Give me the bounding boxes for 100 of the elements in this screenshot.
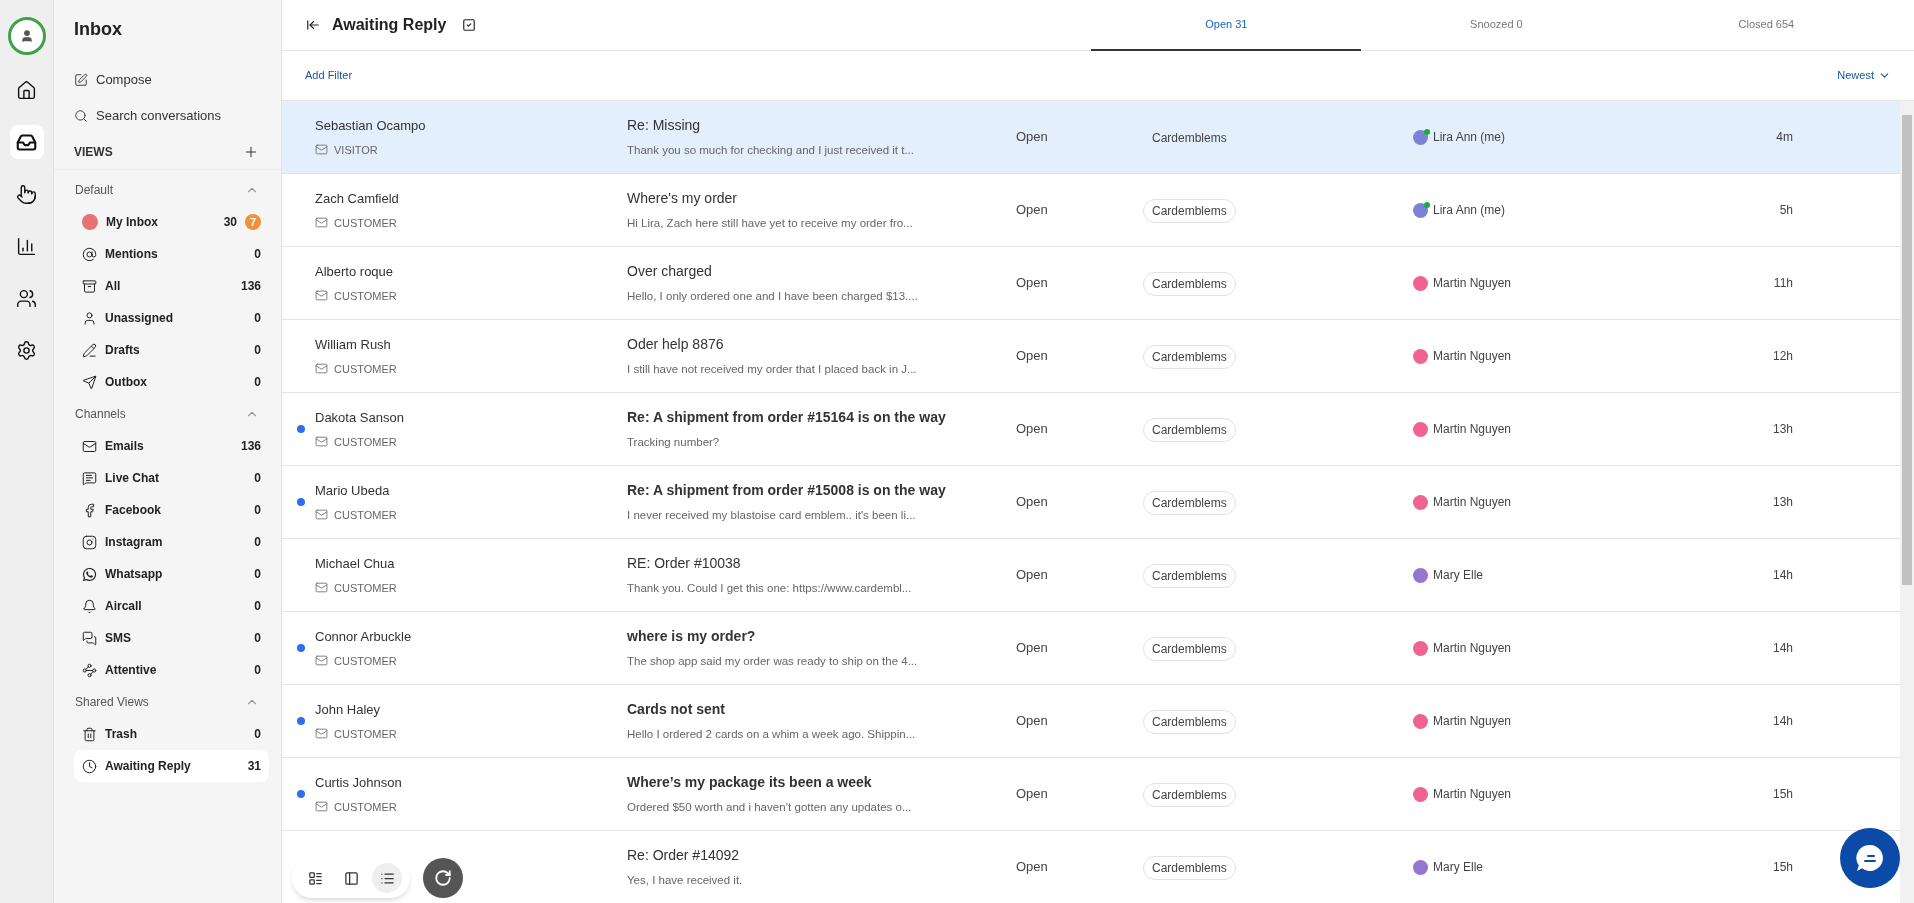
section-heading: Channels bbox=[75, 406, 126, 423]
sidebar-item[interactable]: Instagram 0 bbox=[74, 526, 269, 558]
pencil-icon bbox=[82, 342, 97, 358]
message-preview: Hello, I only ordered one and I have been charged $13.... bbox=[627, 288, 919, 304]
add-filter-link[interactable]: Add Filter bbox=[305, 67, 353, 84]
nav-rail-button[interactable] bbox=[9, 125, 44, 159]
list-view-icon bbox=[379, 870, 395, 886]
time-ago: 13h bbox=[1771, 421, 1793, 438]
checkbox-icon[interactable] bbox=[462, 18, 477, 32]
item-count: 0 bbox=[254, 566, 261, 583]
whatsapp-icon bbox=[82, 566, 97, 582]
item-count: 0 bbox=[254, 598, 261, 615]
status-tab[interactable]: Open 31 bbox=[1091, 0, 1362, 51]
assignee-name: Martin Nguyen bbox=[1433, 786, 1512, 803]
contact-name: John Haley bbox=[315, 701, 382, 719]
status-text: Open bbox=[1016, 493, 1049, 512]
contact-role: CUSTOMER bbox=[334, 215, 397, 231]
sidebar-item-label: Unassigned bbox=[105, 310, 174, 327]
contact-name: Alberto roque bbox=[315, 263, 395, 281]
sidebar-item[interactable]: Drafts 0 bbox=[74, 334, 269, 366]
contact-name: Sebastian Ocampo bbox=[315, 117, 427, 135]
envelope-icon bbox=[315, 435, 328, 449]
sidebar-item-label: Drafts bbox=[105, 342, 141, 359]
view-mode-button[interactable] bbox=[372, 863, 402, 893]
status-tab[interactable]: Closed 654 bbox=[1631, 0, 1902, 51]
contact-role: CUSTOMER bbox=[334, 288, 397, 304]
search-icon bbox=[74, 109, 88, 123]
assignee-name: Martin Nguyen bbox=[1433, 421, 1512, 438]
sidebar-item[interactable]: Live Chat 0 bbox=[74, 462, 269, 494]
message-preview: Thank you. Could I get this one: https://www.cardembl... bbox=[627, 580, 913, 596]
conversation-subject: Re: A shipment from order #15164 is on the way bbox=[627, 407, 947, 427]
item-count: 31 bbox=[247, 758, 261, 775]
collapse-icon[interactable] bbox=[306, 18, 320, 32]
contact-role: CUSTOMER bbox=[334, 726, 397, 742]
sort-dropdown[interactable]: Newest bbox=[1837, 67, 1891, 84]
item-count: 0 bbox=[254, 534, 261, 551]
status-tab[interactable]: Snoozed 0 bbox=[1361, 0, 1632, 51]
sidebar-item-label: Aircall bbox=[105, 598, 143, 615]
sidebar-item[interactable]: Aircall 0 bbox=[74, 590, 269, 622]
sidebar-item[interactable]: Outbox 0 bbox=[74, 366, 269, 398]
message-preview: The shop app said my order was ready to ship on the 4... bbox=[627, 653, 919, 669]
time-ago: 14h bbox=[1771, 713, 1793, 730]
avatar-icon[interactable] bbox=[7, 17, 46, 55]
item-count: 0 bbox=[254, 726, 261, 743]
envelope-icon bbox=[315, 581, 328, 595]
chat-bubble-icon bbox=[82, 470, 97, 486]
status-text: Open bbox=[1016, 712, 1049, 731]
sidebar-item-label: Awaiting Reply bbox=[105, 758, 192, 775]
message-preview: Hi Lira, Zach here still have yet to receive my order fro... bbox=[627, 215, 914, 231]
sidebar-item[interactable]: All 136 bbox=[74, 270, 269, 302]
sidebar-item[interactable]: Emails 136 bbox=[74, 430, 269, 462]
conversation-subject: Re: Missing bbox=[627, 115, 702, 135]
assignee-name: Mary Elle bbox=[1433, 567, 1483, 584]
conversation-subject: Cards not sent bbox=[627, 699, 726, 719]
sidebar-action[interactable]: Compose bbox=[54, 62, 281, 98]
conversation-row[interactable]: Sebastian Ocampo VISITOR Re: Missing Thank you so much for checking and I just received it t... Open Cardemblems Lira Ann (me) 4m bbox=[282, 101, 1900, 174]
speech-bubbles-icon bbox=[82, 630, 97, 646]
sidebar-item[interactable]: Awaiting Reply 31 bbox=[74, 750, 269, 782]
contact-role: CUSTOMER bbox=[334, 799, 397, 815]
sidebar-item[interactable]: Attentive 0 bbox=[74, 654, 269, 686]
status-text: Open bbox=[1016, 420, 1049, 439]
sidebar-item[interactable]: Trash 0 bbox=[74, 718, 269, 750]
assignee-name: Mary Elle bbox=[1433, 859, 1483, 876]
envelope-icon bbox=[315, 143, 328, 157]
message-preview: I still have not received my order that I placed back in J... bbox=[627, 361, 918, 377]
assignee-name: Lira Ann (me) bbox=[1433, 202, 1506, 219]
compose-icon bbox=[74, 73, 88, 87]
item-count: 0 bbox=[254, 630, 261, 647]
sidebar-item-label: Mentions bbox=[105, 246, 159, 263]
sidebar-item[interactable]: Facebook 0 bbox=[74, 494, 269, 526]
envelope-icon bbox=[82, 438, 97, 454]
sidebar-action[interactable]: Search conversations bbox=[54, 98, 281, 134]
sidebar-item[interactable]: SMS 0 bbox=[74, 622, 269, 654]
sidebar-item[interactable]: Mentions 0 bbox=[74, 238, 269, 270]
split-view-icon bbox=[307, 870, 323, 886]
tray-icon bbox=[82, 278, 97, 294]
item-count: 0 bbox=[254, 310, 261, 327]
status-text: Open bbox=[1016, 858, 1049, 877]
sidebar-item[interactable]: Whatsapp 0 bbox=[74, 558, 269, 590]
message-preview: I never received my blastoise card emblem.. it's been li... bbox=[627, 507, 917, 523]
sidebar-item-label: Attentive bbox=[105, 662, 158, 679]
item-count: 0 bbox=[254, 374, 261, 391]
sidebar-item[interactable]: Unassigned 0 bbox=[74, 302, 269, 334]
contact-name: Curtis Johnson bbox=[315, 774, 403, 792]
envelope-icon bbox=[315, 362, 328, 376]
bell-icon bbox=[82, 598, 97, 614]
contact-role: CUSTOMER bbox=[334, 361, 397, 377]
conversation-subject: Re: Order #14092 bbox=[627, 845, 741, 865]
assignee-name: Lira Ann (me) bbox=[1433, 129, 1506, 146]
scrollbar[interactable] bbox=[1900, 101, 1914, 903]
time-ago: 13h bbox=[1771, 494, 1793, 511]
status-text: Open bbox=[1016, 274, 1049, 293]
at-sign-icon bbox=[82, 246, 97, 262]
contact-role: CUSTOMER bbox=[334, 580, 397, 596]
assignee-name: Martin Nguyen bbox=[1433, 494, 1512, 511]
sidebar-item[interactable]: My Inbox 30 7 bbox=[74, 206, 269, 238]
envelope-icon bbox=[315, 800, 328, 814]
status-text: Open bbox=[1016, 785, 1049, 804]
pointer-hand-icon bbox=[16, 183, 37, 205]
time-ago: 4m bbox=[1775, 129, 1793, 146]
